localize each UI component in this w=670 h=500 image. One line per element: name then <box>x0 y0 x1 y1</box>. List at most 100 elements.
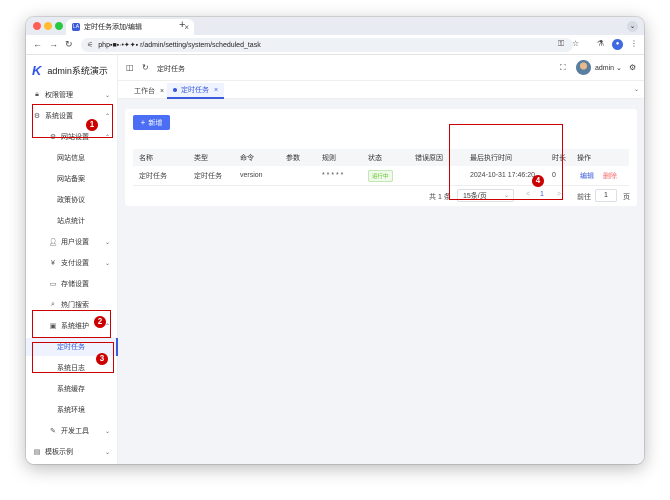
browser-menu-icon[interactable]: ⋮ <box>630 39 638 48</box>
app-logo[interactable]: K admin系统演示 <box>32 63 108 78</box>
sidebar-item-label: 站点统计 <box>57 218 85 225</box>
goto-page-input[interactable]: 1 <box>595 189 617 202</box>
edit-link[interactable]: 编辑 <box>580 171 594 181</box>
column-header: 参数 <box>286 154 300 162</box>
column-header: 类型 <box>194 154 208 162</box>
column-header: 错误原因 <box>415 154 443 162</box>
labs-flask-icon[interactable]: ⚗ <box>597 39 604 48</box>
forward-arrow-icon[interactable]: → <box>49 39 58 49</box>
chevron-down-icon: ⌄ <box>104 92 110 99</box>
annotation-box-4 <box>449 124 563 200</box>
goto-label: 前往 <box>577 194 591 201</box>
tab-label: 工作台 <box>134 88 155 95</box>
column-header: 名称 <box>139 154 153 162</box>
cell-name: 定时任务 <box>139 172 167 180</box>
new-tab-button[interactable]: + <box>179 19 185 31</box>
column-header: 状态 <box>368 154 382 162</box>
column-header: 操作 <box>577 154 591 162</box>
column-header: 命令 <box>240 154 254 162</box>
tab-search-icon[interactable]: ⌄ <box>627 21 638 32</box>
cell-command: version <box>240 172 263 179</box>
top-bar: ◫ ↻ 定时任务 ⛶ admin ⌄ ⚙ <box>118 55 644 81</box>
user-icon: 👤︎ <box>48 239 58 246</box>
app-name: admin系统演示 <box>47 66 108 76</box>
annotation-box-1 <box>32 104 113 138</box>
column-header: 规则 <box>322 154 336 162</box>
pagination-total: 共 1 条 <box>429 194 451 201</box>
reload-icon[interactable]: ↻ <box>65 39 73 50</box>
browser-window: LA 定时任务添加/编辑 × + ⌄ ← → ↻ ⚟ php▪■▪·•✦✦▪ r… <box>26 17 644 464</box>
annotation-badge-3: 3 <box>96 353 108 365</box>
add-task-button[interactable]: + 新增 <box>133 115 170 130</box>
close-icon[interactable]: × <box>214 87 218 94</box>
site-favicon-icon: LA <box>72 23 80 31</box>
cell-rule: * * * * * <box>322 172 344 179</box>
gear-icon[interactable]: ⚙ <box>629 63 636 72</box>
url-field[interactable]: ⚟ php▪■▪·•✦✦▪ r/admin/setting/system/sch… <box>81 38 573 52</box>
close-window-button[interactable] <box>33 22 41 30</box>
collapse-sidebar-icon[interactable]: ◫ <box>126 63 134 72</box>
site-info-icon[interactable]: ⚟ <box>87 41 93 49</box>
sidebar-item-label: 网站备案 <box>57 176 85 183</box>
template-icon: ▤ <box>33 449 41 456</box>
cell-actions: 编辑 删除 <box>580 166 617 185</box>
chevron-down-icon: ⌄ <box>104 260 110 267</box>
sidebar-item-user-settings[interactable]: 👤︎ 用户设置 ⌄ <box>26 233 117 251</box>
sidebar-item-payment-settings[interactable]: ¥ 支付设置 ⌄ <box>26 254 117 272</box>
search-icon: ⌕ <box>51 301 55 308</box>
annotation-badge-1: 1 <box>86 119 98 131</box>
active-dot-icon <box>173 88 177 92</box>
goto-unit-label: 页 <box>623 194 630 201</box>
lock-icon: 🔒︎ <box>35 91 39 98</box>
close-icon[interactable]: × <box>160 88 164 95</box>
delete-link[interactable]: 删除 <box>603 171 617 181</box>
cell-type: 定时任务 <box>194 172 222 180</box>
add-button-label: 新增 <box>148 119 163 127</box>
sidebar-item-site-stats[interactable]: 站点统计 <box>26 212 117 230</box>
sidebar-item-dev-tools[interactable]: ✎ 开发工具 ⌄ <box>26 422 117 440</box>
sidebar-item-label: 用户设置 <box>61 239 89 246</box>
tab-scheduled-task[interactable]: 定时任务 × <box>167 83 225 99</box>
refresh-icon[interactable]: ↻ <box>142 63 149 72</box>
back-arrow-icon[interactable]: ← <box>33 39 42 49</box>
sidebar-item-system-cache[interactable]: 系统缓存 <box>26 380 117 398</box>
sidebar-item-site-info[interactable]: 网站信息 <box>26 149 117 167</box>
sidebar-item-label: 存储设置 <box>61 281 89 288</box>
chevron-down-icon: ⌄ <box>104 428 110 435</box>
minimize-window-button[interactable] <box>44 22 52 30</box>
bookmark-star-icon[interactable]: ☆ <box>572 39 579 48</box>
browser-tab-title: 定时任务添加/编辑 <box>84 24 142 31</box>
sidebar-item-label: 模板示例 <box>45 449 73 456</box>
sidebar-item-label: 热门搜索 <box>61 302 89 309</box>
zoom-window-button[interactable] <box>55 22 63 30</box>
profile-avatar-icon[interactable]: ● <box>612 39 623 50</box>
password-key-icon[interactable]: ⚿ <box>558 39 564 49</box>
page-tabs: 工作台 × 定时任务 × ⌄ <box>118 81 644 99</box>
sidebar-item-label: 系统环境 <box>57 407 85 414</box>
chevron-down-icon[interactable]: ⌄ <box>634 86 639 93</box>
sidebar-item-label: 政策协议 <box>57 197 85 204</box>
tool-icon: ✎ <box>50 428 56 435</box>
folder-icon: ▭ <box>49 281 57 288</box>
chevron-down-icon: ⌄ <box>104 449 110 456</box>
url-text: php▪■▪·•✦✦▪ r/admin/setting/system/sched… <box>98 42 261 49</box>
sidebar-item-permissions[interactable]: 🔒︎ 权限管理 ⌄ <box>26 86 117 104</box>
logo-k-icon: K <box>32 63 42 78</box>
sidebar-item-system-env[interactable]: 系统环境 <box>26 401 117 419</box>
sidebar-item-storage-settings[interactable]: ▭ 存储设置 <box>26 275 117 293</box>
plus-icon: + <box>140 118 146 127</box>
user-menu[interactable]: admin ⌄ <box>595 64 622 72</box>
tab-workbench[interactable]: 工作台 × <box>128 83 170 99</box>
address-bar-row: ← → ↻ ⚟ php▪■▪·•✦✦▪ r/admin/setting/syst… <box>26 35 644 55</box>
sidebar-item-label: 系统缓存 <box>57 386 85 393</box>
sidebar-item-label: 网站信息 <box>57 155 85 162</box>
sidebar-item-templates[interactable]: ▤ 模板示例 ⌄ <box>26 443 117 461</box>
main-content: ◫ ↻ 定时任务 ⛶ admin ⌄ ⚙ 工作台 × 定时任务 × ⌄ + 新增… <box>118 55 644 464</box>
sidebar-item-label: 开发工具 <box>61 428 89 435</box>
browser-tab[interactable]: LA 定时任务添加/编辑 × <box>66 19 194 35</box>
sidebar-item-policy[interactable]: 政策协议 <box>26 191 117 209</box>
fullscreen-icon[interactable]: ⛶ <box>560 63 566 73</box>
avatar[interactable] <box>576 60 591 75</box>
sidebar-item-site-icp[interactable]: 网站备案 <box>26 170 117 188</box>
sidebar-item-label: 权限管理 <box>45 92 73 99</box>
